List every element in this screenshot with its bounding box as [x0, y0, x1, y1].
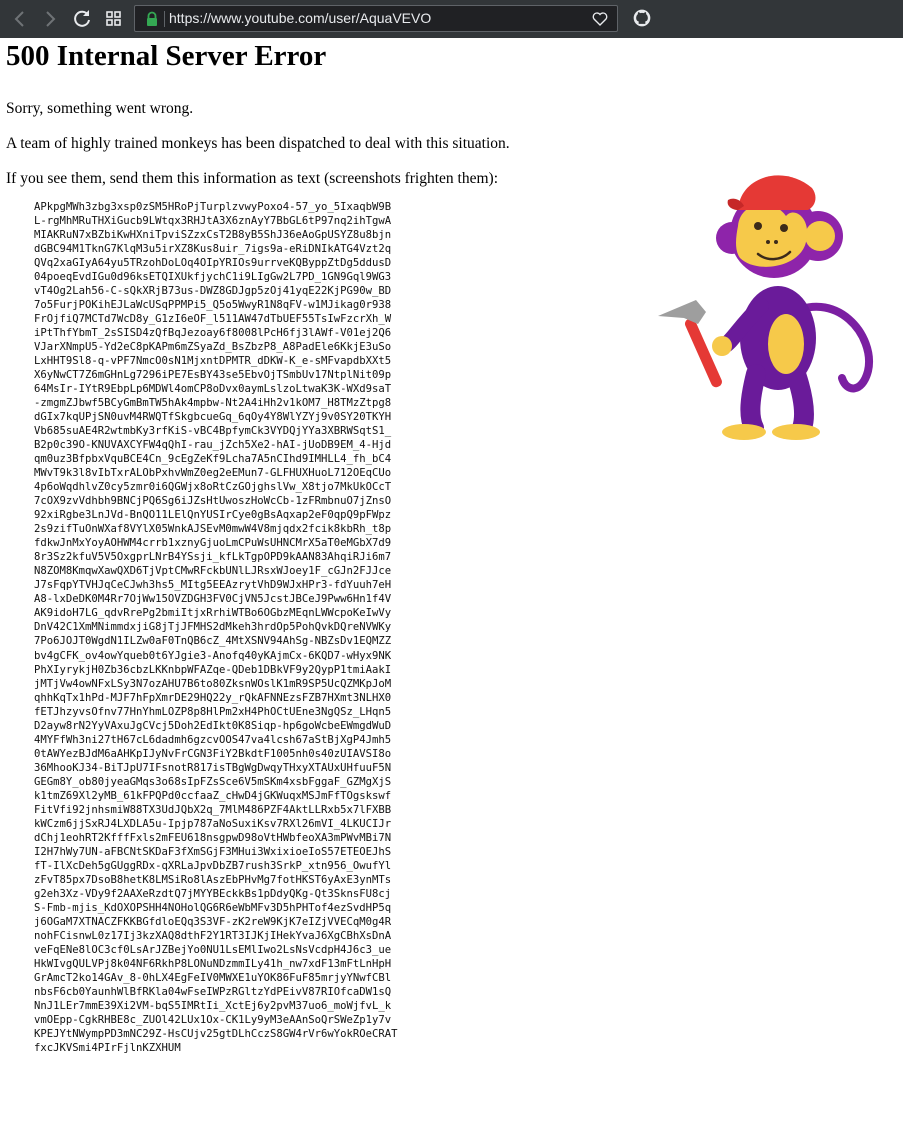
apps-grid-icon[interactable] [102, 7, 126, 31]
browser-toolbar: https://www.youtube.com/user/AquaVEVO [0, 0, 903, 38]
github-icon[interactable] [632, 8, 652, 28]
url-text[interactable]: https://www.youtube.com/user/AquaVEVO [169, 10, 431, 26]
forward-arrow-icon[interactable] [38, 7, 62, 31]
page-title: 500 Internal Server Error [6, 40, 327, 72]
back-arrow-icon[interactable] [8, 7, 32, 31]
error-info-text[interactable]: APkpgMWh3zbg3xsp0zSM5HRoPjTurplzvwyPoxo4… [34, 200, 398, 1055]
heart-icon[interactable] [591, 10, 609, 28]
instructions-message: If you see them, send them this informat… [6, 170, 499, 187]
lock-icon [147, 11, 157, 26]
monkeys-message: A team of highly trained monkeys has bee… [6, 135, 510, 152]
address-bar-divider [164, 11, 165, 27]
sorry-message: Sorry, something went wrong. [6, 100, 194, 117]
reload-icon[interactable] [70, 7, 94, 31]
address-bar[interactable]: https://www.youtube.com/user/AquaVEVO [134, 5, 618, 32]
monkey-with-hammer-illustration [658, 175, 874, 440]
